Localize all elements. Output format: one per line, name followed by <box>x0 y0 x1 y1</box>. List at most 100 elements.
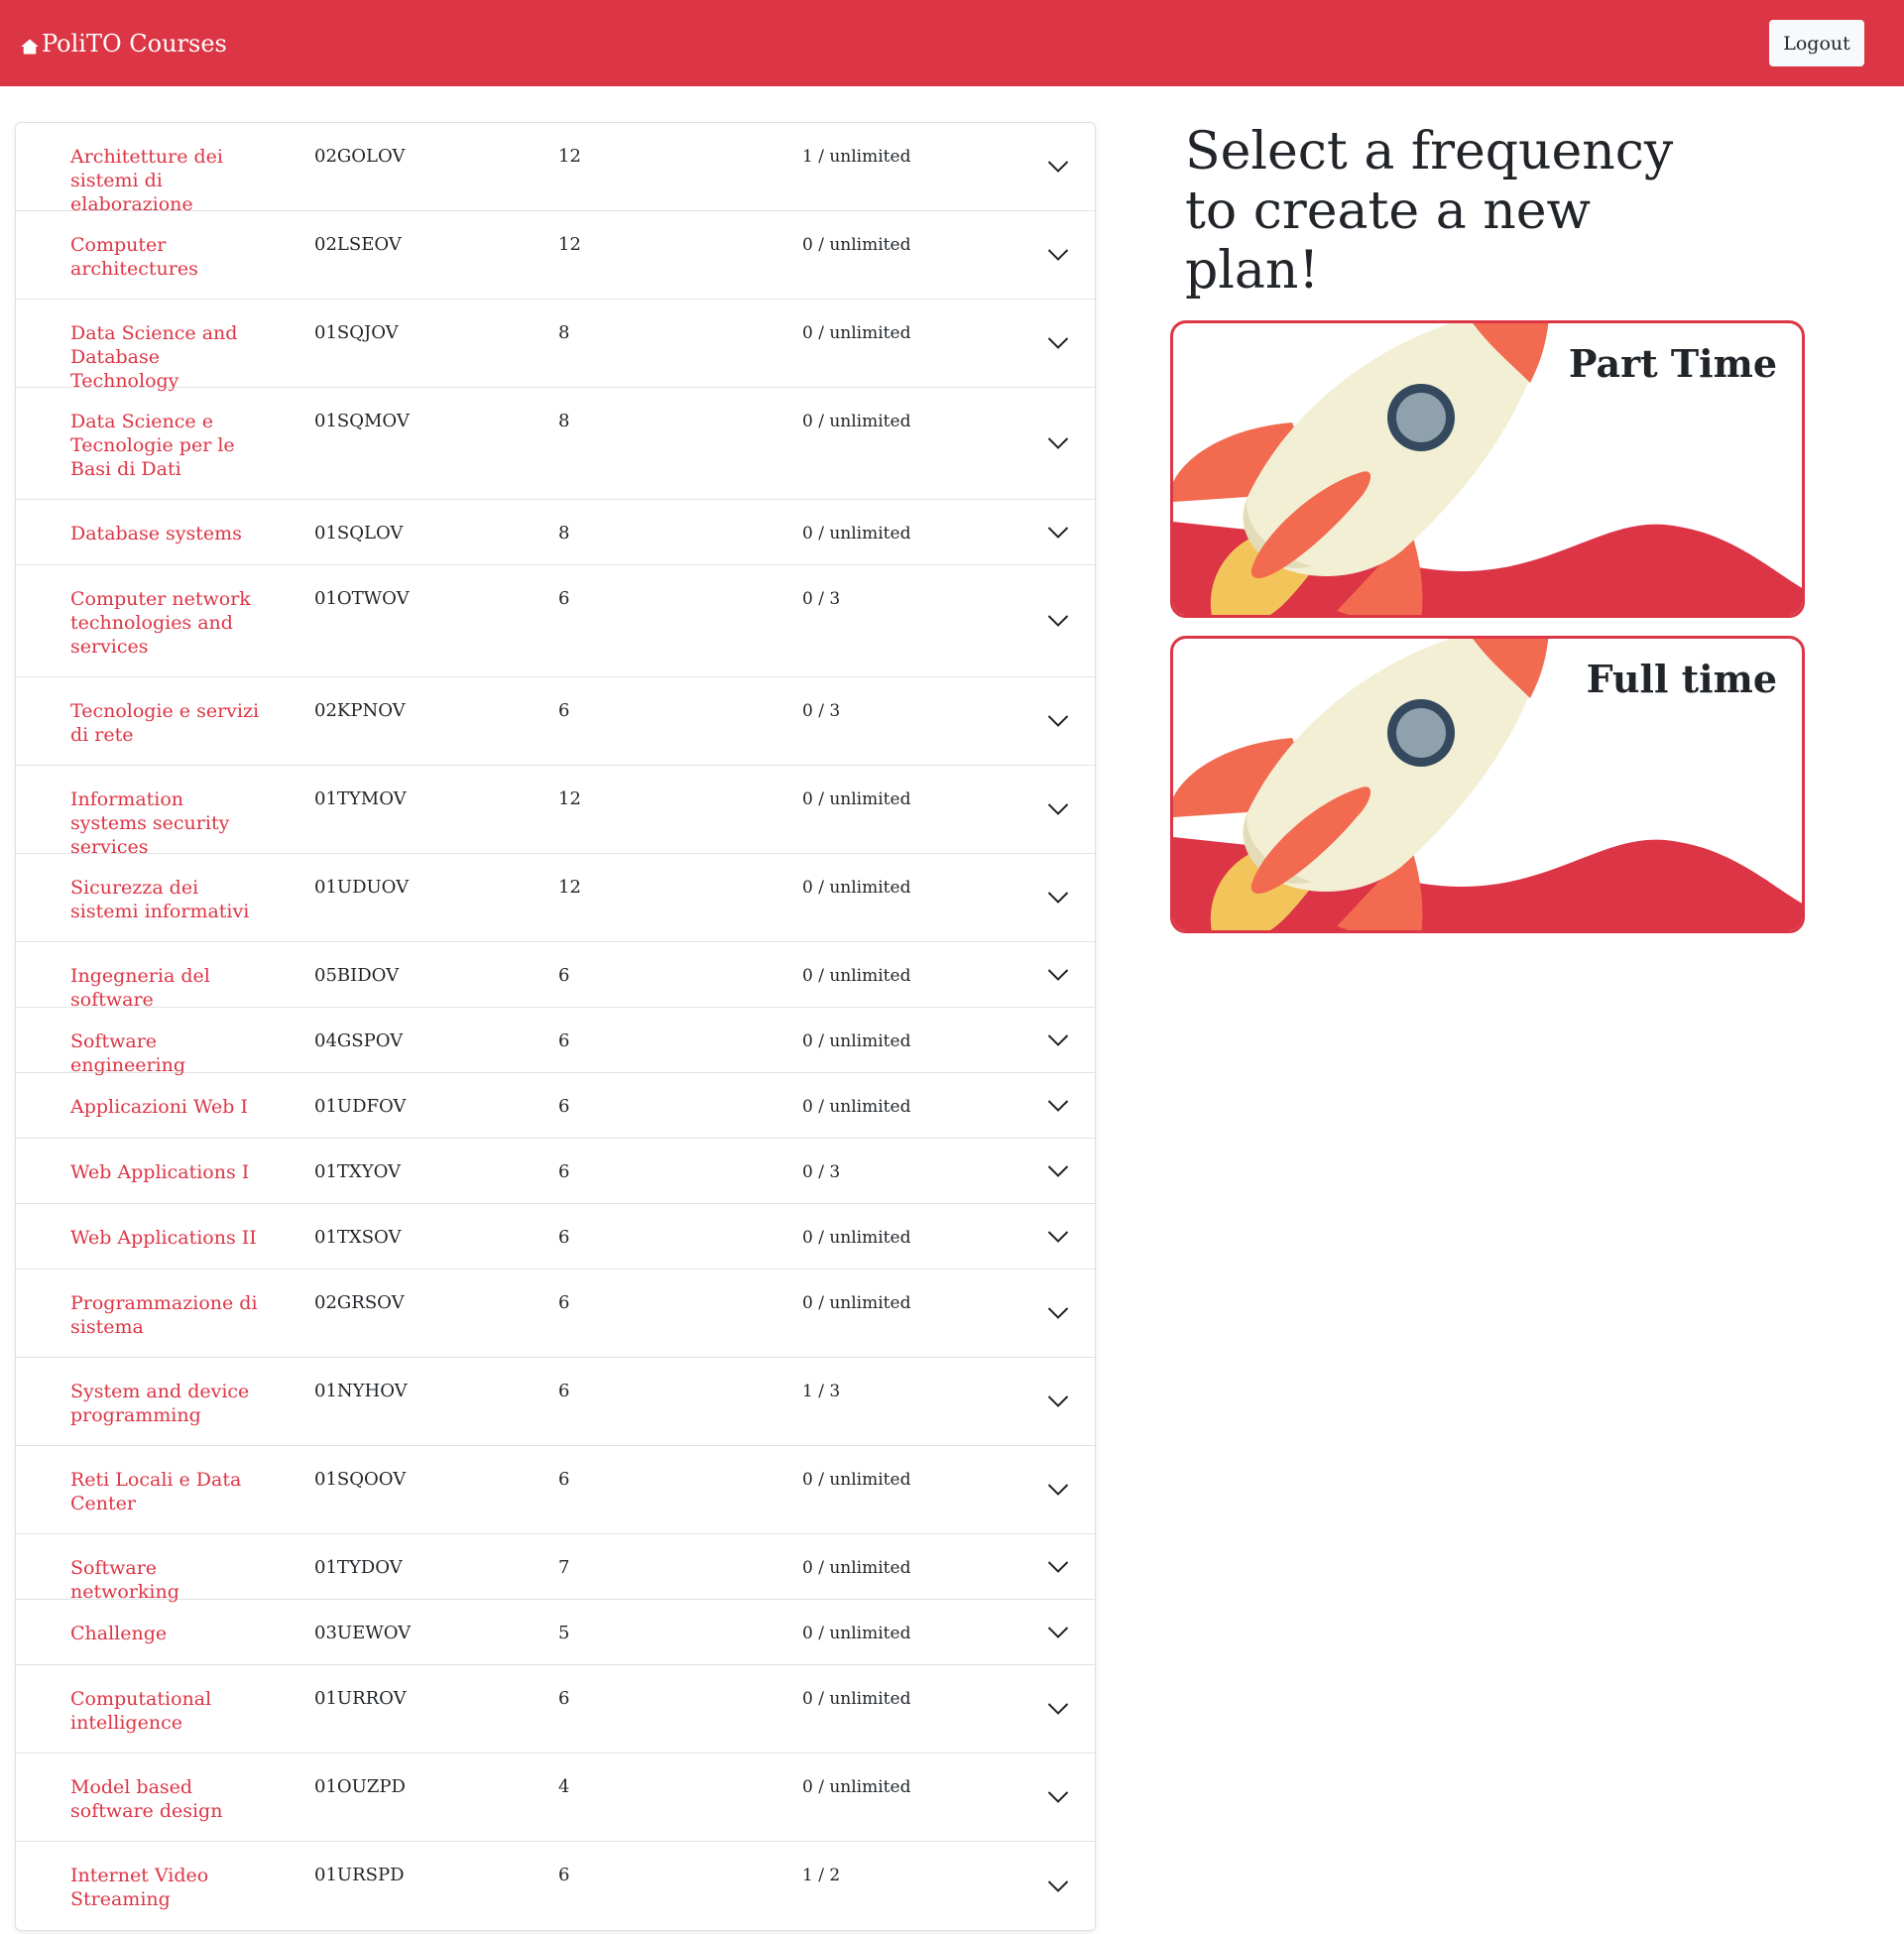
course-row[interactable]: Tecnologie e servizi di rete 02KPNOV 6 0 / … <box>16 677 1095 766</box>
course-row[interactable]: System and device programming 01NYHOV 6 1 /… <box>16 1358 1095 1446</box>
course-row[interactable]: Computational intelligence 01URROV 6 0 / un… <box>16 1665 1095 1753</box>
course-code: 04GSPOV <box>314 1030 404 1051</box>
course-credits: 6 <box>558 1381 570 1401</box>
course-row[interactable]: Computer architectures 02LSEOV 12 0 / unlim… <box>16 211 1095 300</box>
course-credits: 6 <box>558 965 570 986</box>
course-credits: 6 <box>558 1096 570 1117</box>
course-enrolled-students: 0 / unlimited <box>802 235 911 255</box>
chevron-down-icon[interactable] <box>1047 1790 1069 1804</box>
chevron-down-icon[interactable] <box>1047 968 1069 982</box>
course-code: 02GOLOV <box>314 146 406 167</box>
chevron-down-icon[interactable] <box>1047 336 1069 350</box>
course-enrolled-students: 0 / unlimited <box>802 1293 911 1313</box>
course-credits: 12 <box>558 877 581 898</box>
course-enrolled-students: 0 / unlimited <box>802 1228 911 1248</box>
part-time-card[interactable]: Part Time <box>1170 320 1805 618</box>
course-row[interactable]: Reti Locali e Data Center 01SQOOV 6 0 / unl… <box>16 1446 1095 1534</box>
course-row[interactable]: Web Applications I 01TXYOV 6 0 / 3 <box>16 1139 1095 1204</box>
chevron-down-icon[interactable] <box>1047 891 1069 905</box>
course-row[interactable]: Data Science and Database Technology 01SQ… <box>16 300 1095 392</box>
chevron-down-icon[interactable] <box>1047 1483 1069 1497</box>
course-name: Software engineering <box>70 1030 186 1076</box>
course-row[interactable]: Web Applications II 01TXSOV 6 0 / unlimited <box>16 1204 1095 1269</box>
chevron-down-icon[interactable] <box>1047 1394 1069 1408</box>
frequency-headline: Select a frequency to create a new plan! <box>1185 122 1674 301</box>
home-icon <box>21 39 39 54</box>
course-enrolled-students: 1 / 2 <box>802 1866 841 1885</box>
course-row[interactable]: Software engineering 04GSPOV 6 0 / unlimite… <box>16 1008 1095 1076</box>
logout-button[interactable]: Logout <box>1769 20 1864 66</box>
course-row[interactable]: Sicurezza dei sistemi informativi 01UDUOV… <box>16 854 1095 942</box>
course-code: 01URSPD <box>314 1865 405 1885</box>
course-name: System and device programming <box>70 1381 250 1426</box>
course-row[interactable]: Computer network technologies and servic… <box>16 565 1095 677</box>
chevron-down-icon[interactable] <box>1047 1033 1069 1047</box>
course-row[interactable]: Architetture dei sistemi di elaborazione… <box>16 123 1095 215</box>
course-enrolled-students: 0 / unlimited <box>802 323 911 343</box>
course-credits: 12 <box>558 788 581 809</box>
course-code: 01SQJOV <box>314 322 399 343</box>
course-row[interactable]: Challenge 03UEWOV 5 0 / unlimited <box>16 1600 1095 1665</box>
course-credits: 6 <box>558 588 570 609</box>
course-credits: 12 <box>558 146 581 167</box>
chevron-down-icon[interactable] <box>1047 1230 1069 1244</box>
course-credits: 6 <box>558 1469 570 1490</box>
course-row[interactable]: Information systems security services 01T… <box>16 766 1095 858</box>
course-name: Applicazioni Web I <box>70 1096 248 1118</box>
frequency-panel: Select a frequency to create a new plan!… <box>1170 122 1805 933</box>
course-enrolled-students: 0 / unlimited <box>802 1031 911 1051</box>
course-row[interactable]: Applicazioni Web I 01UDFOV 6 0 / unlimited <box>16 1073 1095 1139</box>
course-name: Sicurezza dei sistemi informativi <box>70 877 250 922</box>
course-row[interactable]: Ingegneria del software 05BIDOV 6 0 / unlim… <box>16 942 1095 1011</box>
course-row[interactable]: Database systems 01SQLOV 8 0 / unlimited <box>16 500 1095 565</box>
course-code: 02GRSOV <box>314 1292 405 1313</box>
chevron-down-icon[interactable] <box>1047 248 1069 262</box>
chevron-down-icon[interactable] <box>1047 1306 1069 1320</box>
part-time-label: Part Time <box>1568 341 1777 386</box>
chevron-down-icon[interactable] <box>1047 160 1069 174</box>
chevron-down-icon[interactable] <box>1047 614 1069 628</box>
course-enrolled-students: 0 / unlimited <box>802 412 911 431</box>
course-row[interactable]: Data Science e Tecnologie per le Basi di… <box>16 388 1095 500</box>
course-enrolled-students: 0 / 3 <box>802 1162 841 1182</box>
chevron-down-icon[interactable] <box>1047 1560 1069 1574</box>
course-name: Information systems security services <box>70 788 230 858</box>
course-enrolled-students: 1 / unlimited <box>802 147 911 167</box>
course-code: 02LSEOV <box>314 234 402 255</box>
course-code: 01UDUOV <box>314 877 410 898</box>
chevron-down-icon[interactable] <box>1047 1626 1069 1639</box>
brand-link[interactable]: PoliTO Courses <box>20 30 227 58</box>
course-enrolled-students: 0 / unlimited <box>802 1624 911 1643</box>
chevron-down-icon[interactable] <box>1047 526 1069 540</box>
chevron-down-icon[interactable] <box>1047 714 1069 728</box>
course-code: 03UEWOV <box>314 1623 412 1643</box>
course-code: 01TXYOV <box>314 1161 402 1182</box>
course-enrolled-students: 0 / unlimited <box>802 1689 911 1709</box>
course-row[interactable]: Internet Video Streaming 01URSPD 6 1 / 2 <box>16 1842 1095 1930</box>
course-code: 01SQMOV <box>314 411 410 431</box>
chevron-down-icon[interactable] <box>1047 1879 1069 1893</box>
chevron-down-icon[interactable] <box>1047 1164 1069 1178</box>
course-row[interactable]: Software networking 01TYDOV 7 0 / unlimited <box>16 1534 1095 1603</box>
course-credits: 12 <box>558 234 581 255</box>
navbar: PoliTO Courses Logout <box>0 0 1904 86</box>
chevron-down-icon[interactable] <box>1047 1702 1069 1716</box>
course-enrolled-students: 0 / unlimited <box>802 878 911 898</box>
brand-title: PoliTO Courses <box>42 29 227 58</box>
course-enrolled-students: 0 / 3 <box>802 701 841 721</box>
course-name: Ingegneria del software <box>70 965 210 1011</box>
course-code: 05BIDOV <box>314 965 400 986</box>
course-code: 01UDFOV <box>314 1096 407 1117</box>
chevron-down-icon[interactable] <box>1047 1099 1069 1113</box>
full-time-card[interactable]: Full time <box>1170 636 1805 933</box>
course-code: 01OUZPD <box>314 1776 406 1797</box>
chevron-down-icon[interactable] <box>1047 802 1069 816</box>
chevron-down-icon[interactable] <box>1047 436 1069 450</box>
course-code: 01SQLOV <box>314 523 404 544</box>
course-enrolled-students: 0 / unlimited <box>802 789 911 809</box>
course-name: Tecnologie e servizi di rete <box>70 700 260 746</box>
course-enrolled-students: 0 / unlimited <box>802 1777 911 1797</box>
course-row[interactable]: Model based software design 01OUZPD 4 0 / u… <box>16 1753 1095 1842</box>
course-name: Web Applications II <box>70 1227 257 1249</box>
course-row[interactable]: Programmazione di sistema 02GRSOV 6 0 / unl… <box>16 1269 1095 1358</box>
